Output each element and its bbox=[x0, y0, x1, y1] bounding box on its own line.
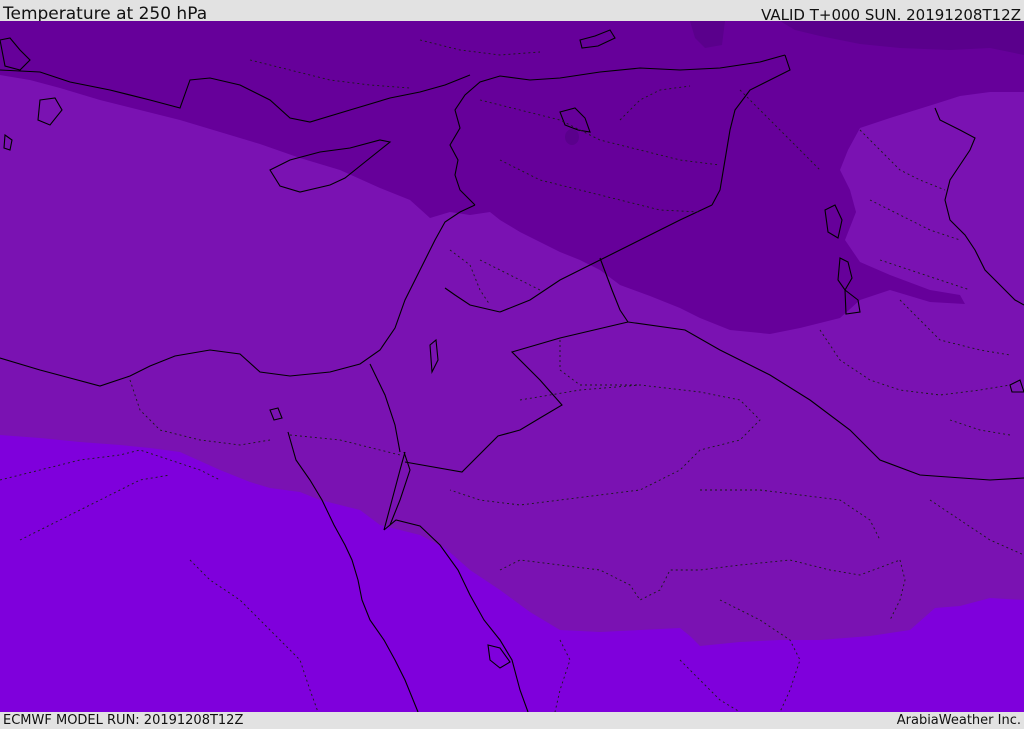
model-run-label: ECMWF MODEL RUN: 20191208T12Z bbox=[3, 713, 244, 728]
temp-band-coldest-small bbox=[565, 129, 579, 145]
credit-label: ArabiaWeather Inc. bbox=[896, 713, 1021, 728]
map-viewer: Temperature at 250 hPa VALID T+000 SUN. … bbox=[0, 0, 1024, 729]
header-bar: Temperature at 250 hPa VALID T+000 SUN. … bbox=[0, 0, 1024, 24]
footer-bar: ECMWF MODEL RUN: 20191208T12Z ArabiaWeat… bbox=[0, 712, 1024, 729]
temperature-map[interactable] bbox=[0, 21, 1024, 712]
